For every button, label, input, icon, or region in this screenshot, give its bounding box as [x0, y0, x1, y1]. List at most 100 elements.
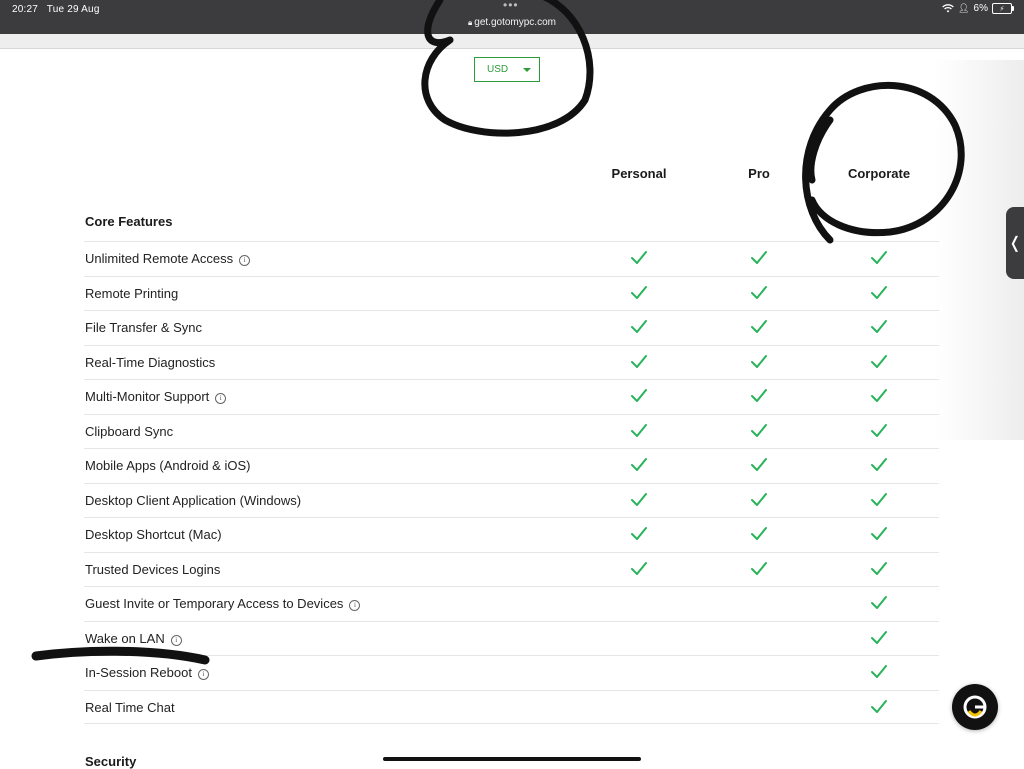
status-bar: 20:27 Tue 29 Aug ••• 🔒︎ get.gotomypc.com … — [0, 0, 1024, 34]
chat-button[interactable] — [952, 684, 998, 730]
feature-label: Guest Invite or Temporary Access to Devi… — [85, 596, 361, 611]
feature-label: Real Time Chat — [85, 700, 175, 715]
check-icon — [749, 456, 769, 474]
feature-label: Unlimited Remote Access i — [85, 251, 251, 266]
check-icon — [869, 456, 889, 474]
table-row: Real Time Chat — [84, 689, 939, 724]
feature-name: Real Time Chat — [85, 699, 175, 715]
table-row: Desktop Shortcut (Mac) — [84, 517, 939, 551]
check-icon — [869, 594, 889, 612]
table-row: Wake on LAN i — [84, 620, 939, 655]
table-row: Unlimited Remote Access i — [84, 241, 939, 275]
table-row: Remote Printing — [84, 275, 939, 310]
feature-name: In-Session Reboot — [85, 665, 192, 680]
feature-label: Wake on LAN i — [85, 631, 182, 646]
feature-label: In-Session Reboot i — [85, 665, 209, 680]
check-icon — [869, 284, 889, 302]
check-icon — [869, 698, 889, 716]
table-row: Trusted Devices Logins — [84, 551, 939, 586]
feature-name: Multi-Monitor Support — [85, 389, 210, 404]
more-dots-icon[interactable]: ••• — [503, 0, 519, 12]
feature-name: Mobile Apps (Android & iOS) — [85, 458, 251, 473]
home-indicator[interactable] — [383, 757, 641, 761]
feature-label: Real-Time Diagnostics — [85, 355, 215, 370]
check-icon — [869, 387, 889, 405]
plan-header-personal: Personal — [611, 166, 667, 181]
date: Tue 29 Aug — [46, 4, 100, 15]
feature-label: Clipboard Sync — [85, 424, 173, 439]
lock-icon: 🔒︎ — [468, 18, 473, 27]
plan-header-pro: Pro — [748, 166, 770, 181]
check-icon — [629, 422, 649, 440]
table-row: Guest Invite or Temporary Access to Devi… — [84, 586, 939, 620]
info-icon[interactable]: i — [197, 669, 209, 680]
check-icon — [629, 525, 649, 543]
check-icon — [629, 387, 649, 405]
address-bar[interactable]: 🔒︎ get.gotomypc.com — [0, 17, 1024, 28]
person-icon: 👤︎ — [958, 3, 970, 13]
sidebar-handle[interactable]: ❬ — [1006, 207, 1024, 279]
table-row: Desktop Client Application (Windows) — [84, 482, 939, 517]
check-icon — [629, 284, 649, 302]
info-icon[interactable]: i — [349, 600, 361, 611]
clock: 20:27 — [12, 4, 39, 15]
info-icon[interactable]: i — [170, 634, 182, 646]
feature-label: Mobile Apps (Android & iOS) — [85, 458, 250, 473]
check-icon — [869, 560, 889, 578]
table-row: Mobile Apps (Android & iOS) — [84, 448, 939, 482]
check-icon — [629, 249, 649, 267]
check-icon — [749, 491, 769, 509]
check-icon — [629, 353, 649, 371]
check-icon — [869, 491, 889, 509]
table-row: In-Session Reboot i — [84, 655, 939, 689]
check-icon — [749, 249, 769, 267]
check-icon — [869, 422, 889, 440]
chevron-left-icon: ❬ — [1008, 235, 1022, 252]
wifi-icon — [942, 4, 954, 13]
toolbar-strip — [0, 34, 1024, 49]
marker-circle-corporate — [802, 81, 965, 244]
table-row: File Transfer & Sync — [84, 310, 939, 344]
status-indicators: 👤︎ 6% ⚡︎ — [942, 3, 1014, 14]
feature-name: Desktop Shortcut (Mac) — [85, 527, 222, 542]
check-icon — [869, 318, 889, 336]
feature-label: Desktop Client Application (Windows) — [85, 493, 301, 508]
check-icon — [869, 353, 889, 371]
check-icon — [749, 318, 769, 336]
check-icon — [869, 663, 889, 681]
check-icon — [749, 353, 769, 371]
check-icon — [869, 249, 889, 267]
feature-name: Remote Printing — [85, 285, 179, 301]
section-title-core-features: Core Features — [85, 214, 173, 229]
check-icon — [629, 560, 649, 578]
feature-name: Unlimited Remote Access — [85, 251, 234, 266]
feature-label: Desktop Shortcut (Mac) — [85, 527, 222, 542]
battery-icon: ⚡︎ — [992, 3, 1014, 14]
feature-label: Multi-Monitor Support i — [85, 389, 227, 404]
plan-header-corporate: Corporate — [847, 166, 911, 181]
info-icon[interactable]: i — [215, 393, 227, 404]
check-icon — [749, 525, 769, 543]
check-icon — [629, 456, 649, 474]
table-row: Real-Time Diagnostics — [84, 344, 939, 379]
feature-name: Trusted Devices Logins — [85, 561, 221, 577]
feature-name: Real-Time Diagnostics — [85, 354, 216, 370]
feature-label: Remote Printing — [85, 286, 178, 301]
table-row: Clipboard Sync — [84, 413, 939, 448]
currency-value: USD — [487, 64, 509, 75]
feature-name: Wake on LAN — [85, 630, 165, 646]
check-icon — [869, 629, 889, 647]
url-text: get.gotomypc.com — [474, 17, 556, 28]
check-icon — [869, 525, 889, 543]
currency-select[interactable]: USD — [474, 57, 540, 82]
check-icon — [749, 387, 769, 405]
feature-label: File Transfer & Sync — [85, 320, 202, 335]
chevron-down-icon — [523, 68, 531, 72]
feature-name: File Transfer & Sync — [85, 320, 203, 335]
info-icon[interactable]: i — [239, 255, 251, 266]
check-icon — [749, 422, 769, 440]
battery-percent: 6% — [973, 3, 988, 14]
status-time: 20:27 Tue 29 Aug — [12, 4, 100, 15]
table-row: Multi-Monitor Support i — [84, 379, 939, 413]
check-icon — [749, 284, 769, 302]
